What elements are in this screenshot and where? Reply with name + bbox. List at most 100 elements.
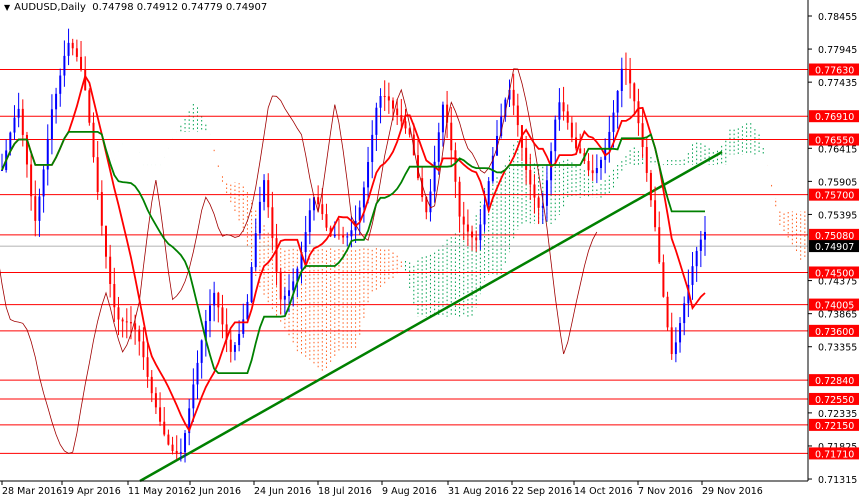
level-label: 0.71710 [815, 449, 854, 460]
candle-body [450, 122, 453, 151]
candle-body [279, 271, 282, 300]
candle-body [591, 170, 594, 174]
price-axis[interactable]: 0.784550.779450.774350.764150.759050.753… [808, 12, 859, 486]
candle-body [566, 111, 569, 123]
level-label: 0.72840 [815, 376, 854, 387]
date-tick-label: 19 Apr 2016 [62, 486, 121, 497]
candle-body [641, 123, 644, 148]
candle-body [545, 180, 548, 206]
date-tick-label: 29 Nov 2016 [702, 486, 763, 497]
price-chart[interactable]: 0.784550.779450.774350.764150.759050.753… [0, 0, 859, 498]
candle-body [9, 132, 12, 151]
time-axis[interactable]: 28 Mar 2016 19 Apr 2016 11 May 2016 2 Jun 2… [1, 481, 763, 497]
candle-body [75, 48, 78, 57]
candle-body [208, 305, 211, 322]
candle-body [317, 197, 320, 205]
candle-body [196, 362, 199, 385]
candle-body [512, 89, 515, 106]
candle-body [30, 164, 33, 197]
candle-body [396, 108, 399, 116]
candle-body [292, 281, 295, 291]
candle-body [92, 122, 95, 158]
candle-body [109, 256, 112, 285]
price-tick-label: 0.78455 [818, 12, 857, 23]
candle-body [96, 157, 99, 193]
candle-body [620, 68, 623, 91]
candle-body [104, 225, 107, 257]
candle-body [121, 319, 124, 322]
candle-body [238, 333, 241, 346]
date-tick-label: 24 Jun 2016 [254, 486, 311, 497]
candle-body [466, 224, 469, 232]
candle-body [55, 93, 58, 110]
candle-body [254, 233, 257, 268]
candle-body [67, 42, 70, 56]
candle-body [362, 187, 365, 208]
candle-body [38, 196, 41, 221]
candle-body [88, 90, 91, 123]
candle-body [229, 339, 232, 352]
candle-body [200, 340, 203, 363]
candle-body [80, 56, 83, 70]
candle-body [13, 117, 16, 133]
candle-body [63, 55, 66, 76]
candle-body [383, 96, 386, 98]
candle-body [171, 444, 174, 451]
price-tick-label: 0.77945 [818, 45, 857, 56]
candle-body [304, 232, 307, 253]
candle-body [516, 105, 519, 126]
level-label: 0.73600 [815, 327, 854, 338]
tenkan-line [1, 73, 706, 433]
level-label: 0.76550 [815, 136, 854, 147]
date-tick-label: 14 Oct 2016 [574, 486, 633, 497]
candle-body [616, 90, 619, 113]
candle-body [529, 169, 532, 185]
candle-body [404, 121, 407, 129]
candle-body [146, 357, 149, 377]
candle-body [699, 239, 702, 251]
candle-body [624, 68, 627, 70]
candle-body [258, 201, 261, 234]
candle-body [346, 236, 349, 238]
candle-body [271, 207, 274, 239]
date-tick-label: 11 May 2016 [128, 486, 190, 497]
candle-body [654, 200, 657, 228]
dropdown-triangle-icon[interactable]: ▼ [4, 3, 10, 12]
candle-body [600, 159, 603, 169]
price-tick-label: 0.71315 [818, 475, 857, 486]
candle-body [267, 180, 270, 208]
candle-body [704, 231, 706, 240]
level-label: 0.74005 [815, 301, 854, 312]
price-tick-label: 0.77435 [818, 78, 857, 89]
candle-body [179, 452, 182, 454]
candle-body [533, 184, 536, 198]
candle-body [454, 150, 457, 182]
candle-body [129, 322, 132, 324]
candle-body [325, 214, 328, 228]
candle-body [154, 393, 157, 408]
candle-body [221, 307, 224, 325]
candle-body [629, 69, 632, 84]
ohlc-values: 0.74798 0.74912 0.74779 0.74907 [92, 2, 268, 13]
candle-body [337, 234, 340, 236]
candle-body [400, 115, 403, 122]
date-tick-label: 28 Mar 2016 [2, 486, 62, 497]
candle-body [117, 307, 120, 320]
candle-body [17, 108, 20, 118]
level-label: 0.72150 [815, 421, 854, 432]
candle-body [371, 134, 374, 163]
candle-body [587, 160, 590, 171]
date-tick-label: 9 Aug 2016 [382, 486, 437, 497]
candle-body [59, 75, 62, 94]
candle-body [683, 303, 686, 324]
candle-body [71, 42, 74, 49]
candle-body [429, 191, 432, 213]
candle-body [34, 196, 37, 221]
candle-body [50, 109, 53, 140]
candle-body [695, 250, 698, 267]
candle-body [350, 230, 353, 237]
candle-body [608, 131, 611, 148]
candle-body [250, 267, 253, 302]
candle-body [575, 137, 578, 149]
level-label: 0.76910 [815, 112, 854, 123]
